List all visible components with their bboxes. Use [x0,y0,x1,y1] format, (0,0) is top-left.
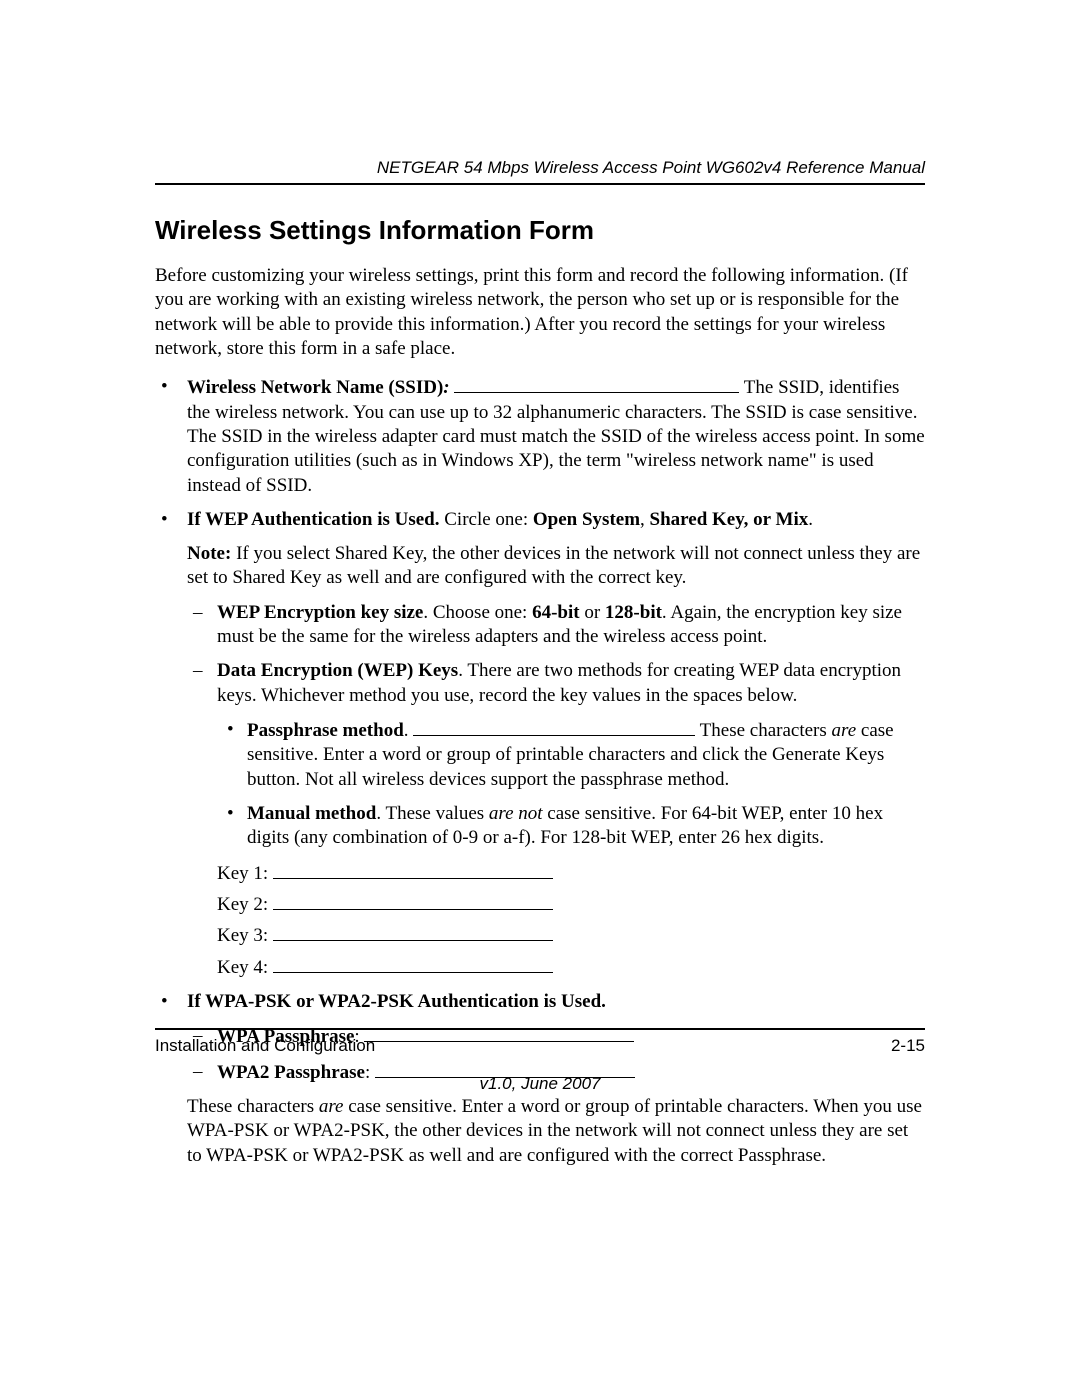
wep-heading-prefix: If WEP Authentication is Used. [187,509,440,530]
manual-text1: . These values [376,803,489,824]
key2-blank [273,892,553,910]
ssid-colon: : [443,377,449,398]
key1-row: Key 1: [217,861,925,886]
ssid-blank [454,375,739,393]
key1-blank [273,861,553,879]
passphrase-method-item: Passphrase method. These characters are … [217,718,925,792]
wep-period: . [808,509,813,530]
wep-keysize-text1: . Choose one: [423,602,532,623]
wep-or: or [580,602,605,623]
key3-label: Key 3: [217,925,273,946]
footer-version: v1.0, June 2007 [155,1074,925,1094]
wep-note-text: If you select Shared Key, the other devi… [187,543,920,588]
wep-note: Note: If you select Shared Key, the othe… [187,542,925,591]
manual-title: NETGEAR 54 Mbps Wireless Access Point WG… [155,158,925,178]
wep-sep1: , [640,509,650,530]
ssid-label: Wireless Network Name (SSID) [187,377,443,398]
key1-label: Key 1: [217,863,273,884]
wpa-tail: These characters are case sensitive. Ent… [187,1095,925,1168]
passphrase-label: Passphrase method [247,720,404,741]
manual-arenot: are not [489,803,543,824]
intro-paragraph: Before customizing your wireless setting… [155,264,925,361]
passphrase-blank [413,718,695,736]
footer-rule [155,1028,925,1030]
passphrase-after1: These characters [695,720,831,741]
wep-datakeys-item: Data Encryption (WEP) Keys. There are tw… [187,659,925,980]
wep-128: 128-bit [605,602,662,623]
footer-left: Installation and Configuration [155,1036,375,1056]
wep-note-label: Note: [187,543,231,564]
key2-label: Key 2: [217,894,273,915]
wep-heading-mid: Circle one: [440,509,533,530]
header-rule [155,183,925,185]
key4-blank [273,955,553,973]
wep-methods-list: Passphrase method. These characters are … [217,718,925,851]
keys-block: Key 1: Key 2: Key 3: Key 4: [217,861,925,980]
footer-page-number: 2-15 [891,1036,925,1056]
wep-sublist: WEP Encryption key size. Choose one: 64-… [187,601,925,980]
wep-choice-open: Open System [533,509,640,530]
passphrase-period: . [404,720,414,741]
key3-blank [273,923,553,941]
wpa-tail-text1: These characters [187,1096,319,1117]
key3-row: Key 3: [217,923,925,948]
document-page: NETGEAR 54 Mbps Wireless Access Point WG… [0,0,1080,1168]
ssid-item: Wireless Network Name (SSID): The SSID, … [155,375,925,498]
wep-keysize-label: WEP Encryption key size [217,602,423,623]
wep-item: If WEP Authentication is Used. Circle on… [155,508,925,980]
footer-row: Installation and Configuration 2-15 [155,1036,925,1056]
key2-row: Key 2: [217,892,925,917]
passphrase-are: are [832,720,857,741]
key4-label: Key 4: [217,957,273,978]
manual-label: Manual method [247,803,376,824]
key4-row: Key 4: [217,955,925,980]
wep-choice-shared: Shared Key, or Mix [650,509,809,530]
manual-method-item: Manual method. These values are not case… [217,802,925,851]
section-heading: Wireless Settings Information Form [155,215,925,246]
wep-keysize-item: WEP Encryption key size. Choose one: 64-… [187,601,925,650]
wep-datakeys-label: Data Encryption (WEP) Keys [217,660,458,681]
wpa-tail-are: are [319,1096,344,1117]
wep-64: 64-bit [532,602,580,623]
wpa-heading: If WPA-PSK or WPA2-PSK Authentication is… [187,991,606,1012]
page-footer: Installation and Configuration 2-15 v1.0… [155,1028,925,1094]
